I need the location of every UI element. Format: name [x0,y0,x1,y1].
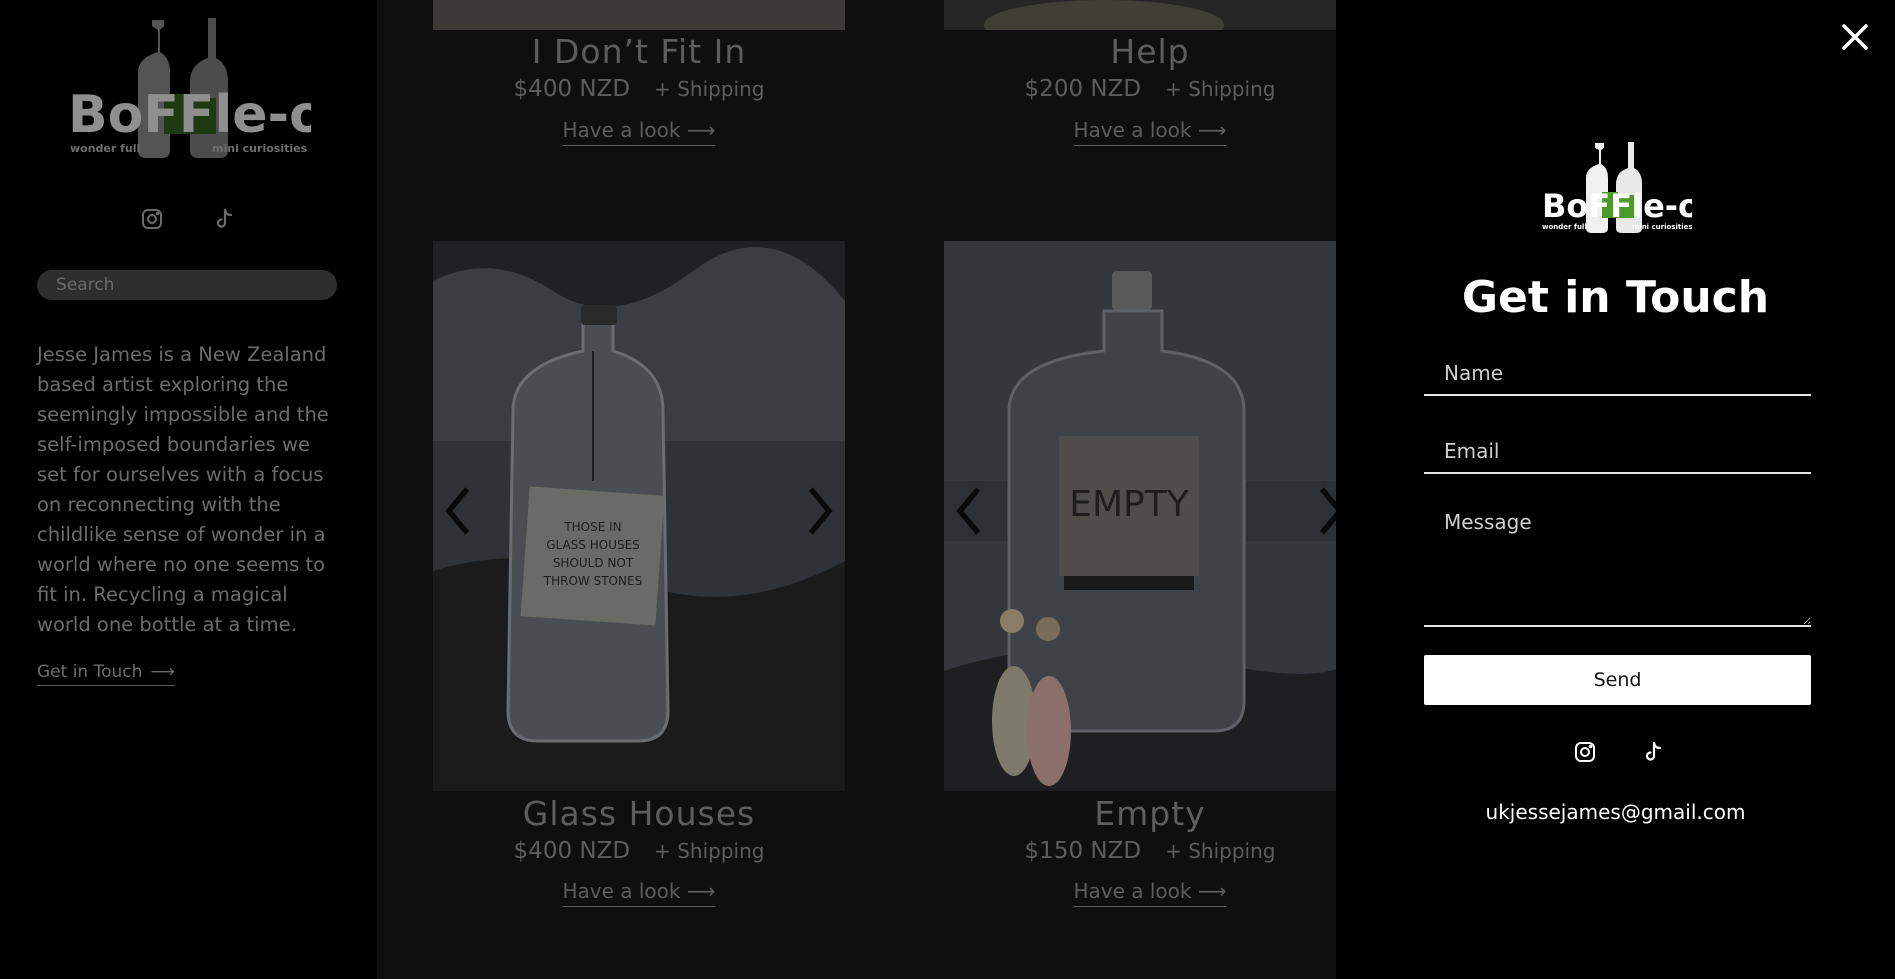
bottle-label-line: SHOULD NOT [553,556,634,570]
product-shipping: + Shipping [654,77,765,101]
arrow-right-icon: ⟶ [686,879,716,903]
product-photo[interactable] [433,0,845,30]
search-input[interactable] [37,270,337,300]
sidebar-social-links [139,206,237,232]
arrow-right-icon: ⟶ [1197,879,1227,903]
contact-social-links [1572,739,1666,765]
product-title: I Don’t Fit In [531,32,747,71]
product-price-row: $200 NZD + Shipping [944,76,1337,102]
email-field[interactable] [1424,430,1811,474]
chevron-right-icon[interactable] [800,481,840,541]
bottle-label-line: GLASS HOUSES [546,538,640,552]
product-photo[interactable]: EMPTY [944,241,1337,791]
svg-text:BoFFle-oh: BoFFle-oh [68,85,311,145]
close-icon[interactable] [1840,22,1870,52]
svg-text:BoFFle-oh: BoFFle-oh [1542,187,1692,225]
have-a-look-label: Have a look [1073,118,1192,142]
product-price-row: $400 NZD + Shipping [433,838,845,864]
have-a-look-label: Have a look [562,879,681,903]
tiktok-icon[interactable] [1640,739,1666,765]
have-a-look-label: Have a look [562,118,681,142]
product-grid: I Don’t Fit In $400 NZD + Shipping Have … [377,0,1337,979]
product-title: Help [1110,32,1190,71]
message-field[interactable] [1424,500,1811,627]
product-price: $150 NZD [1024,838,1142,864]
have-a-look-link[interactable]: Have a look ⟶ [562,879,716,907]
chevron-left-icon[interactable] [438,481,478,541]
product-price-row: $150 NZD + Shipping [944,838,1337,864]
contact-panel: BoFFle-oh wonder full mini curiosities G… [1336,0,1895,979]
contact-email-link[interactable]: ukjessejames@gmail.com [1336,800,1895,824]
have-a-look-link[interactable]: Have a look ⟶ [562,118,716,146]
product-shipping: + Shipping [654,839,765,863]
bottle-oh-logo[interactable]: BoFFle-oh wonder full mini curiosities [66,12,311,162]
chevron-left-icon[interactable] [949,481,989,541]
product-photo[interactable]: THOSE IN GLASS HOUSES SHOULD NOT THROW S… [433,241,845,791]
get-in-touch-label: Get in Touch [37,662,143,682]
send-button[interactable]: Send [1424,655,1811,705]
name-field[interactable] [1424,352,1811,396]
arrow-right-icon: ⟶ [150,662,175,682]
contact-title: Get in Touch [1461,272,1770,323]
product-photo[interactable] [944,0,1337,30]
product-shipping: + Shipping [1165,77,1276,101]
chevron-right-icon[interactable] [1311,481,1337,541]
product-shipping: + Shipping [1165,839,1276,863]
product-title: Empty [1094,794,1206,833]
have-a-look-link[interactable]: Have a look ⟶ [1073,118,1227,146]
get-in-touch-link[interactable]: Get in Touch ⟶ [37,662,175,686]
bottle-label-line: THOSE IN [563,520,621,534]
have-a-look-label: Have a look [1073,879,1192,903]
bottle-label-line: THROW STONES [543,574,642,588]
svg-text:wonder full: wonder full [1542,223,1587,231]
product-title: Glass Houses [522,794,756,833]
artist-bio: Jesse James is a New Zealand based artis… [37,343,329,636]
product-price: $200 NZD [1024,76,1142,102]
svg-text:mini curiosities: mini curiosities [212,142,308,155]
product-price: $400 NZD [513,76,631,102]
tiktok-icon[interactable] [211,206,237,232]
bottle-oh-logo: BoFFle-oh wonder full mini curiosities [1542,142,1692,233]
product-price-row: $400 NZD + Shipping [433,76,845,102]
svg-text:wonder full: wonder full [70,142,140,155]
bottle-label-line: EMPTY [1069,484,1190,525]
sidebar: BoFFle-oh wonder full mini curiosities J… [0,0,377,979]
arrow-right-icon: ⟶ [686,118,716,142]
product-price: $400 NZD [513,838,631,864]
have-a-look-link[interactable]: Have a look ⟶ [1073,879,1227,907]
instagram-icon[interactable] [139,206,165,232]
arrow-right-icon: ⟶ [1197,118,1227,142]
instagram-icon[interactable] [1572,739,1598,765]
svg-text:mini curiosities: mini curiosities [1632,223,1692,231]
